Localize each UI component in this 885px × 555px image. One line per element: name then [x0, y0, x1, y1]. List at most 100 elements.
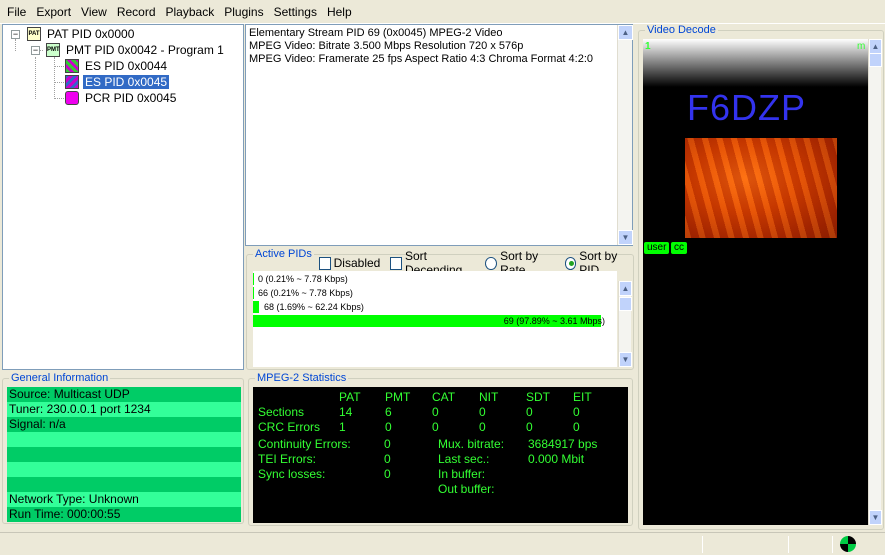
- disabled-checkbox[interactable]: [319, 256, 331, 270]
- video-scrollbar[interactable]: ▲ ▼: [868, 39, 882, 525]
- collapse-pat-icon[interactable]: −: [11, 30, 20, 39]
- sync-losses-value: 0: [384, 467, 391, 481]
- tree-item-pmt[interactable]: PMT PMT PID 0x0042 - Program 1: [46, 42, 226, 58]
- tree-label-pat: PAT PID 0x0000: [47, 27, 135, 41]
- status-separator: [832, 536, 833, 553]
- info-signal: Signal: n/a: [7, 417, 241, 432]
- stat-header: EIT: [573, 390, 592, 404]
- mux-bitrate-value: 3684917 bps: [528, 437, 598, 451]
- stat-header: SDT: [526, 390, 550, 404]
- pcr-icon: [65, 91, 79, 105]
- pid-list-scrollbar[interactable]: ▲ ▼: [618, 281, 632, 367]
- tree-label-es-video: ES PID 0x0045: [83, 75, 170, 89]
- mpeg2-statistics-group: MPEG-2 Statistics PAT PMT CAT NIT SDT EI…: [248, 372, 633, 526]
- menu-export[interactable]: Export: [31, 3, 76, 21]
- continuity-errors-value: 0: [384, 437, 391, 451]
- scroll-down-icon[interactable]: ▼: [619, 352, 632, 367]
- stat-header: PMT: [385, 390, 411, 404]
- scroll-up-icon[interactable]: ▲: [618, 25, 633, 40]
- info-empty: [7, 447, 241, 462]
- info-line: Elementary Stream PID 69 (0x0045) MPEG-2…: [249, 27, 503, 39]
- stream-info-textbox[interactable]: Elementary Stream PID 69 (0x0045) MPEG-2…: [245, 24, 633, 246]
- crc-value: 0: [385, 420, 392, 434]
- crc-value: 0: [526, 420, 533, 434]
- stat-header: CAT: [432, 390, 456, 404]
- crc-value: 0: [573, 420, 580, 434]
- video-panel[interactable]: 1 m F6DZP user cc ▲ ▼: [643, 39, 882, 525]
- info-empty: [7, 432, 241, 447]
- info-run-time: Run Time: 000:00:55: [7, 507, 241, 522]
- user-button[interactable]: user: [644, 242, 670, 254]
- disabled-label: Disabled: [333, 256, 381, 270]
- crc-value: 0: [432, 420, 439, 434]
- scroll-thumb[interactable]: [619, 297, 632, 311]
- menu-bar: File Export View Record Playback Plugins…: [0, 0, 885, 24]
- channel-name: F6DZP: [687, 87, 807, 128]
- sections-value: 0: [526, 405, 533, 419]
- stat-header: NIT: [479, 390, 499, 404]
- pid-row[interactable]: 69 (97.89% ~ 3.61 Mbps): [253, 315, 609, 328]
- info-scrollbar[interactable]: ▲ ▼: [617, 25, 633, 245]
- tree-item-pcr[interactable]: PCR PID 0x0045: [65, 90, 178, 106]
- tree-item-es-audio[interactable]: ES PID 0x0044: [65, 58, 169, 74]
- crc-label: CRC Errors: [258, 420, 320, 434]
- pid-rate-bar: [253, 273, 254, 285]
- sort-by-rate-radio[interactable]: [485, 256, 498, 270]
- sections-value: 6: [385, 405, 392, 419]
- menu-view[interactable]: View: [76, 3, 112, 21]
- sections-value: 0: [573, 405, 580, 419]
- menu-help[interactable]: Help: [322, 3, 357, 21]
- scroll-down-icon[interactable]: ▼: [869, 510, 882, 525]
- pat-icon: PAT: [27, 27, 41, 41]
- scroll-thumb[interactable]: [869, 53, 882, 67]
- info-source: Source: Multicast UDP: [7, 387, 241, 402]
- tei-errors-label: TEI Errors:: [258, 452, 317, 466]
- tree-item-pat[interactable]: PAT PAT PID 0x0000: [27, 26, 136, 42]
- menu-file[interactable]: File: [2, 3, 31, 21]
- sections-value: 14: [339, 405, 353, 419]
- menu-record[interactable]: Record: [112, 3, 161, 21]
- stream-status-icon: [840, 536, 856, 552]
- last-sec-value: 0.000 Mbit: [528, 452, 585, 466]
- continuity-errors-label: Continuity Errors:: [258, 437, 351, 451]
- pid-row[interactable]: 66 (0.21% ~ 7.78 Kbps): [253, 287, 603, 300]
- tree-item-es-video[interactable]: ES PID 0x0045: [65, 74, 170, 90]
- mpeg2-statistics-title: MPEG-2 Statistics: [255, 372, 349, 384]
- pid-row-label: 69 (97.89% ~ 3.61 Mbps): [503, 316, 605, 326]
- sections-value: 0: [432, 405, 439, 419]
- status-separator: [702, 536, 703, 553]
- pid-row[interactable]: 0 (0.21% ~ 7.78 Kbps): [253, 273, 603, 286]
- stream-tree[interactable]: − PAT PAT PID 0x0000 − PMT PMT PID 0x004…: [2, 24, 244, 370]
- crc-value: 1: [339, 420, 346, 434]
- crc-value: 0: [479, 420, 486, 434]
- in-buffer-label: In buffer:: [438, 467, 486, 481]
- video-decode-group: Video Decode 1 m F6DZP user cc ▲ ▼: [638, 24, 884, 530]
- menu-playback[interactable]: Playback: [161, 3, 220, 21]
- menu-settings[interactable]: Settings: [269, 3, 322, 21]
- pmt-icon: PMT: [46, 43, 60, 57]
- scroll-up-icon[interactable]: ▲: [619, 281, 632, 296]
- sync-losses-label: Sync losses:: [258, 467, 326, 481]
- pid-row-label: 0 (0.21% ~ 7.78 Kbps): [258, 274, 348, 284]
- video-decode-title: Video Decode: [645, 24, 718, 36]
- menu-plugins[interactable]: Plugins: [219, 3, 268, 21]
- active-pids-group: Active PIDs Disabled Sort Decending Sort…: [246, 248, 634, 370]
- sort-by-pid-radio[interactable]: [564, 256, 577, 270]
- scroll-up-icon[interactable]: ▲: [869, 39, 882, 54]
- pid-rate-bar: [253, 301, 259, 313]
- pid-list[interactable]: 0 (0.21% ~ 7.78 Kbps) 66 (0.21% ~ 7.78 K…: [253, 271, 617, 367]
- general-info-group: General Information Source: Multicast UD…: [2, 372, 244, 524]
- last-sec-label: Last sec.:: [438, 452, 490, 466]
- collapse-pmt-icon[interactable]: −: [31, 46, 40, 55]
- sections-label: Sections: [258, 405, 305, 419]
- sort-descending-checkbox[interactable]: [390, 256, 402, 270]
- pid-row[interactable]: 68 (1.69% ~ 62.24 Kbps): [253, 301, 603, 314]
- cc-button[interactable]: cc: [671, 242, 687, 254]
- status-bar: [0, 532, 885, 555]
- tree-label-pcr: PCR PID 0x0045: [85, 91, 177, 105]
- general-info-title: General Information: [9, 372, 111, 384]
- statistics-panel: PAT PMT CAT NIT SDT EIT Sections 14 6 0 …: [253, 387, 628, 523]
- scroll-down-icon[interactable]: ▼: [618, 230, 633, 245]
- info-network-type: Network Type: Unknown: [7, 492, 241, 507]
- stat-header: PAT: [339, 390, 361, 404]
